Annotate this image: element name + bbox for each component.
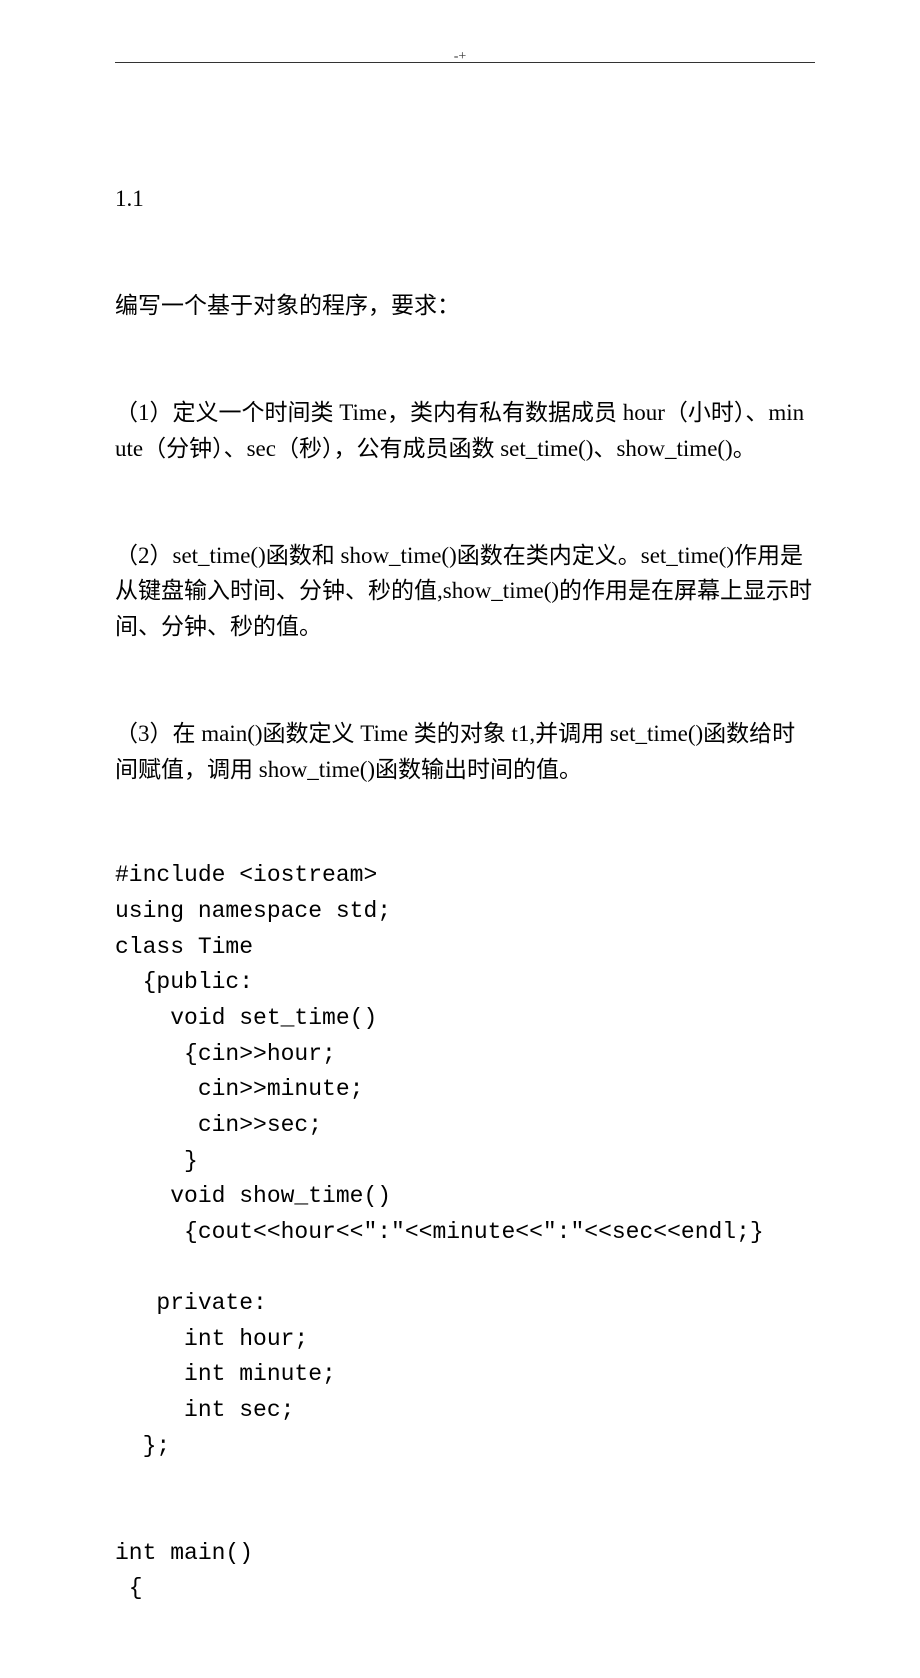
header-rule <box>115 62 815 63</box>
document-body: 1.1 编写一个基于对象的程序，要求： （1）定义一个时间类 Time，类内有私… <box>115 110 815 1678</box>
requirement-1: （1）定义一个时间类 Time，类内有私有数据成员 hour（小时）、minut… <box>115 395 815 466</box>
requirement-3: （3）在 main()函数定义 Time 类的对象 t1,并调用 set_tim… <box>115 716 815 787</box>
requirement-2: （2）set_time()函数和 show_time()函数在类内定义。set_… <box>115 538 815 645</box>
code-block: #include <iostream> using namespace std;… <box>115 858 815 1606</box>
section-number: 1.1 <box>115 181 815 217</box>
intro-line: 编写一个基于对象的程序，要求： <box>115 288 815 324</box>
header-mark: -+ <box>0 46 920 68</box>
page: -+ 1.1 编写一个基于对象的程序，要求： （1）定义一个时间类 Time，类… <box>0 0 920 1191</box>
